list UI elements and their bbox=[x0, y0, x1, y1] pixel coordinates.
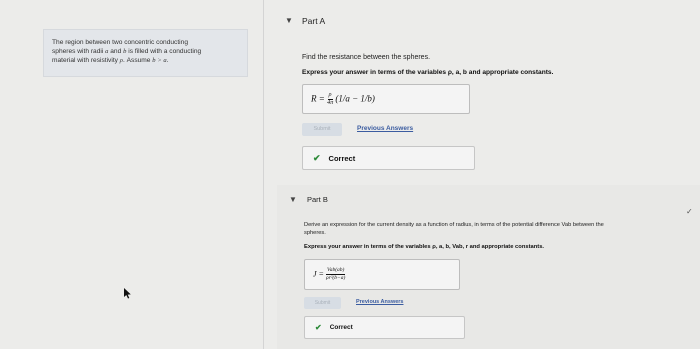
part-b-previous-answers-link[interactable]: Previous Answers bbox=[356, 299, 403, 305]
statement-text: . Assume bbox=[122, 57, 153, 64]
feedback-text: Correct bbox=[329, 324, 353, 331]
checkmark-icon: ✔ bbox=[315, 323, 322, 332]
collapse-caret-icon[interactable]: ▼ bbox=[289, 195, 297, 204]
statement-text: . bbox=[166, 57, 169, 64]
statement-text: and bbox=[108, 48, 124, 55]
part-a-submit-button[interactable]: Submit bbox=[302, 123, 342, 136]
answer-lhs: R = bbox=[311, 93, 325, 104]
dropdown-check-icon: ✓ bbox=[686, 207, 693, 216]
part-b-instruction: Express your answer in terms of the vari… bbox=[304, 244, 545, 250]
part-a-title[interactable]: Part A bbox=[302, 16, 325, 26]
part-b-submit-button[interactable]: Submit bbox=[304, 297, 341, 309]
part-b-question-line-1: Derive an expression for the current den… bbox=[304, 222, 604, 228]
part-a-previous-answers-link[interactable]: Previous Answers bbox=[357, 125, 413, 132]
problem-statement: The region between two concentric conduc… bbox=[43, 29, 248, 77]
feedback-text: Correct bbox=[328, 153, 356, 163]
statement-line-1: The region between two concentric conduc… bbox=[52, 39, 188, 46]
statement-text: material with resistivity bbox=[52, 57, 120, 64]
part-b-title[interactable]: Part B bbox=[307, 195, 328, 204]
part-b-feedback: ✔ Correct bbox=[304, 316, 465, 339]
part-b-question-line-2: spheres. bbox=[304, 230, 326, 236]
answer-fraction: ρ 4π bbox=[327, 92, 333, 107]
assumption: b > a bbox=[152, 57, 167, 64]
part-a-feedback: ✔ Correct bbox=[302, 146, 475, 170]
fraction-denominator: 4π bbox=[327, 100, 334, 106]
fraction-numerator: ρ bbox=[327, 92, 333, 100]
column-divider bbox=[263, 0, 264, 349]
statement-line-2: spheres with radii a and b is filled wit… bbox=[52, 47, 239, 56]
part-a-answer-field[interactable]: R = ρ 4π (1/a − 1/b) bbox=[302, 84, 470, 114]
fraction-numerator: Vab(ab) bbox=[325, 267, 346, 275]
answer-expression: (1/a − 1/b) bbox=[335, 93, 375, 104]
answer-fraction: Vab(ab) ρr²(b−a) bbox=[325, 267, 346, 282]
part-a-question: Find the resistance between the spheres. bbox=[302, 54, 431, 61]
checkmark-icon: ✔ bbox=[313, 152, 321, 163]
statement-line-3: material with resistivity ρ. Assume b > … bbox=[52, 56, 239, 65]
statement-text: spheres with radii bbox=[52, 48, 106, 55]
mouse-cursor-icon bbox=[124, 288, 131, 299]
collapse-caret-icon[interactable]: ▼ bbox=[285, 16, 293, 25]
answer-lhs: J = bbox=[313, 269, 324, 279]
part-a-instruction: Express your answer in terms of the vari… bbox=[302, 69, 554, 76]
part-b-answer-field[interactable]: J = Vab(ab) ρr²(b−a) bbox=[304, 259, 460, 290]
statement-text: is filled with a conducting bbox=[126, 48, 202, 55]
fraction-denominator: ρr²(b−a) bbox=[326, 275, 346, 281]
